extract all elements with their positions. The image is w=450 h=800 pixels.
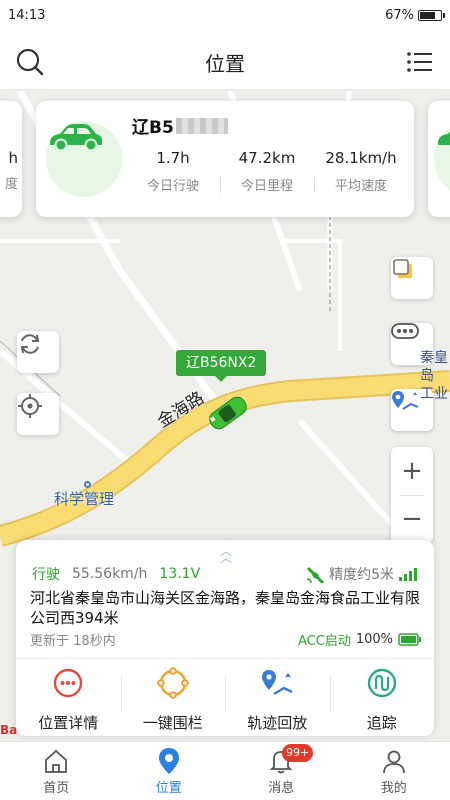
stat-label: 平均速度 <box>334 179 387 194</box>
battery-percent: 67% <box>385 8 414 23</box>
car-icon <box>438 131 450 145</box>
drive-status: 行驶 <box>32 567 60 583</box>
car-avatar <box>46 121 122 197</box>
acc-status: ACC启动 <box>298 633 351 649</box>
action-label: 追踪 <box>366 714 397 732</box>
signal-bars-icon <box>399 568 417 581</box>
tab-label: 我的 <box>380 781 407 796</box>
home-icon <box>42 747 70 775</box>
geofence-button[interactable]: 一键围栏 <box>120 664 226 732</box>
location-pin-icon <box>155 747 183 775</box>
status-battery: 67% <box>385 8 445 23</box>
zoom-control: + − <box>391 447 433 543</box>
acc-group: ACC启动 100% <box>298 630 422 649</box>
vehicle-card-prev[interactable]: h 度 <box>0 101 22 217</box>
status-row: 行驶 55.56km/h 13.1V 精度约5米 <box>32 564 420 584</box>
accuracy-group: 精度约5米 <box>305 564 420 584</box>
message-badge: 99+ <box>282 744 314 762</box>
stat-label: 今日行驶 <box>146 179 199 194</box>
stat-value: 47.2km <box>238 149 296 167</box>
more-dots-icon <box>391 323 419 339</box>
map-logo: Ba <box>0 723 18 737</box>
locate-button[interactable] <box>17 393 59 435</box>
vehicle-stats: 1.7h 今日行驶 47.2km 今日里程 28.1km/h 平均速度 <box>126 149 408 194</box>
stat-value: 1.7h <box>156 149 190 167</box>
stat-value: 28.1km/h <box>325 149 397 167</box>
poi-marker-icon <box>84 481 91 488</box>
car-avatar-next <box>434 121 450 197</box>
page-title: 位置 <box>205 52 245 76</box>
panel-divider <box>16 658 434 659</box>
device-battery-icon <box>398 632 421 646</box>
action-label: 一键围栏 <box>142 714 203 732</box>
action-bar: 位置详情 一键围栏 轨迹回放 追踪 <box>16 664 434 732</box>
poi-label-right: 秦皇岛 工业 <box>420 350 448 402</box>
action-label: 轨迹回放 <box>247 714 308 732</box>
fence-circle-icon <box>156 666 190 700</box>
address-text: 河北省秦皇岛市山海关区金海路，秦皇岛金海食品工业有限公司西394米 <box>30 589 421 627</box>
prev-card-value: h <box>8 149 18 167</box>
zoom-in-button[interactable]: + <box>391 447 433 495</box>
action-label: 位置详情 <box>38 714 99 732</box>
layers-button[interactable] <box>391 257 433 299</box>
location-detail-button[interactable]: 位置详情 <box>16 664 121 732</box>
plate-number: 辽B5 <box>132 118 174 138</box>
tracking-button[interactable]: 追踪 <box>329 664 435 732</box>
poi-label: 科学管理 <box>54 490 115 508</box>
plate-mask <box>175 117 228 134</box>
tracking-icon <box>365 666 399 700</box>
voltage-value: 13.1V <box>159 566 201 582</box>
updated-time: 更新于 18秒内 <box>30 633 116 649</box>
tab-location[interactable]: 位置 <box>113 742 226 800</box>
stat-label: 今日里程 <box>240 179 293 194</box>
status-time: 14:13 <box>8 8 46 23</box>
vehicle-card-next[interactable] <box>428 101 450 217</box>
stat-avg-speed: 28.1km/h 平均速度 <box>314 149 408 194</box>
info-panel: ︿ ︿ 行驶 55.56km/h 13.1V 精度约5米 河北省秦皇岛市山海关区金… <box>16 540 434 736</box>
tab-label: 消息 <box>268 781 295 796</box>
header: 位置 <box>0 34 450 90</box>
layers-icon <box>393 259 412 278</box>
list-menu-icon <box>407 52 432 72</box>
track-replay-button[interactable]: 轨迹回放 <box>225 664 330 732</box>
map-plate-tag[interactable]: 辽B56NX2 <box>176 350 267 382</box>
battery-icon <box>418 10 445 21</box>
route-map-icon <box>392 391 419 410</box>
update-row: 更新于 18秒内 ACC启动 100% <box>30 630 422 649</box>
locate-target-icon <box>18 394 42 418</box>
zoom-out-button[interactable]: − <box>391 495 433 543</box>
car-icon <box>50 124 102 152</box>
status-bar: 14:13 67% <box>0 0 450 34</box>
stat-drive-time: 1.7h 今日行驶 <box>126 149 220 194</box>
more-circle-icon <box>51 666 85 700</box>
refresh-icon <box>20 334 40 354</box>
battery-percent-device: 100% <box>355 631 393 647</box>
speed-value: 55.56km/h <box>72 566 148 582</box>
menu-button[interactable] <box>404 46 436 78</box>
vehicle-card[interactable]: 辽B5 1.7h 今日行驶 47.2km 今日里程 28.1km/h 平均速度 <box>36 101 414 217</box>
plate-row: 辽B5 <box>132 113 228 138</box>
tab-profile[interactable]: 我的 <box>338 742 450 800</box>
tab-home[interactable]: 首页 <box>0 742 113 800</box>
track-replay-icon <box>260 666 294 700</box>
accuracy-text: 精度约5米 <box>329 567 394 583</box>
tab-label: 首页 <box>43 781 70 796</box>
battery-fill <box>420 12 435 19</box>
stat-mileage: 47.2km 今日里程 <box>220 149 314 194</box>
tab-bar: 首页 位置 消息 我的 99+ <box>0 741 450 800</box>
gps-satellite-icon <box>307 566 325 583</box>
profile-icon <box>380 747 408 775</box>
prev-card-label: 度 <box>4 177 18 192</box>
tab-label: 位置 <box>155 781 182 796</box>
refresh-button[interactable] <box>17 331 59 373</box>
panel-handle-icon[interactable]: ︿ ︿ <box>216 545 236 564</box>
